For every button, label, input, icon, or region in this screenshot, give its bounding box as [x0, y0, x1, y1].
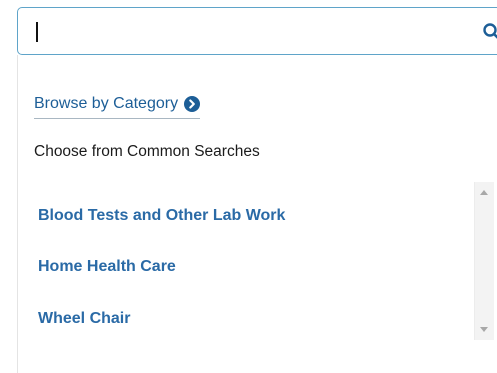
- search-box[interactable]: [17, 7, 497, 55]
- scroll-up-arrow-icon[interactable]: [480, 190, 488, 195]
- text-caret: [36, 22, 38, 42]
- search-dropdown-widget: Browse by Category Choose from Common Se…: [0, 0, 497, 373]
- common-searches-list: Blood Tests and Other Lab Work Home Heal…: [17, 182, 497, 340]
- scroll-down-arrow-icon[interactable]: [480, 327, 488, 332]
- chevron-circle-right-icon: [184, 96, 201, 112]
- common-searches-heading: Choose from Common Searches: [34, 143, 260, 160]
- scrollbar[interactable]: [474, 182, 494, 340]
- browse-by-category-link[interactable]: Browse by Category: [34, 92, 201, 119]
- browse-by-category-label: Browse by Category: [34, 95, 179, 112]
- search-icon[interactable]: [482, 22, 497, 42]
- list-item[interactable]: Blood Tests and Other Lab Work: [38, 207, 285, 225]
- search-input[interactable]: [32, 17, 452, 45]
- list-item[interactable]: Wheel Chair: [38, 310, 130, 328]
- list-item[interactable]: Home Health Care: [38, 258, 176, 276]
